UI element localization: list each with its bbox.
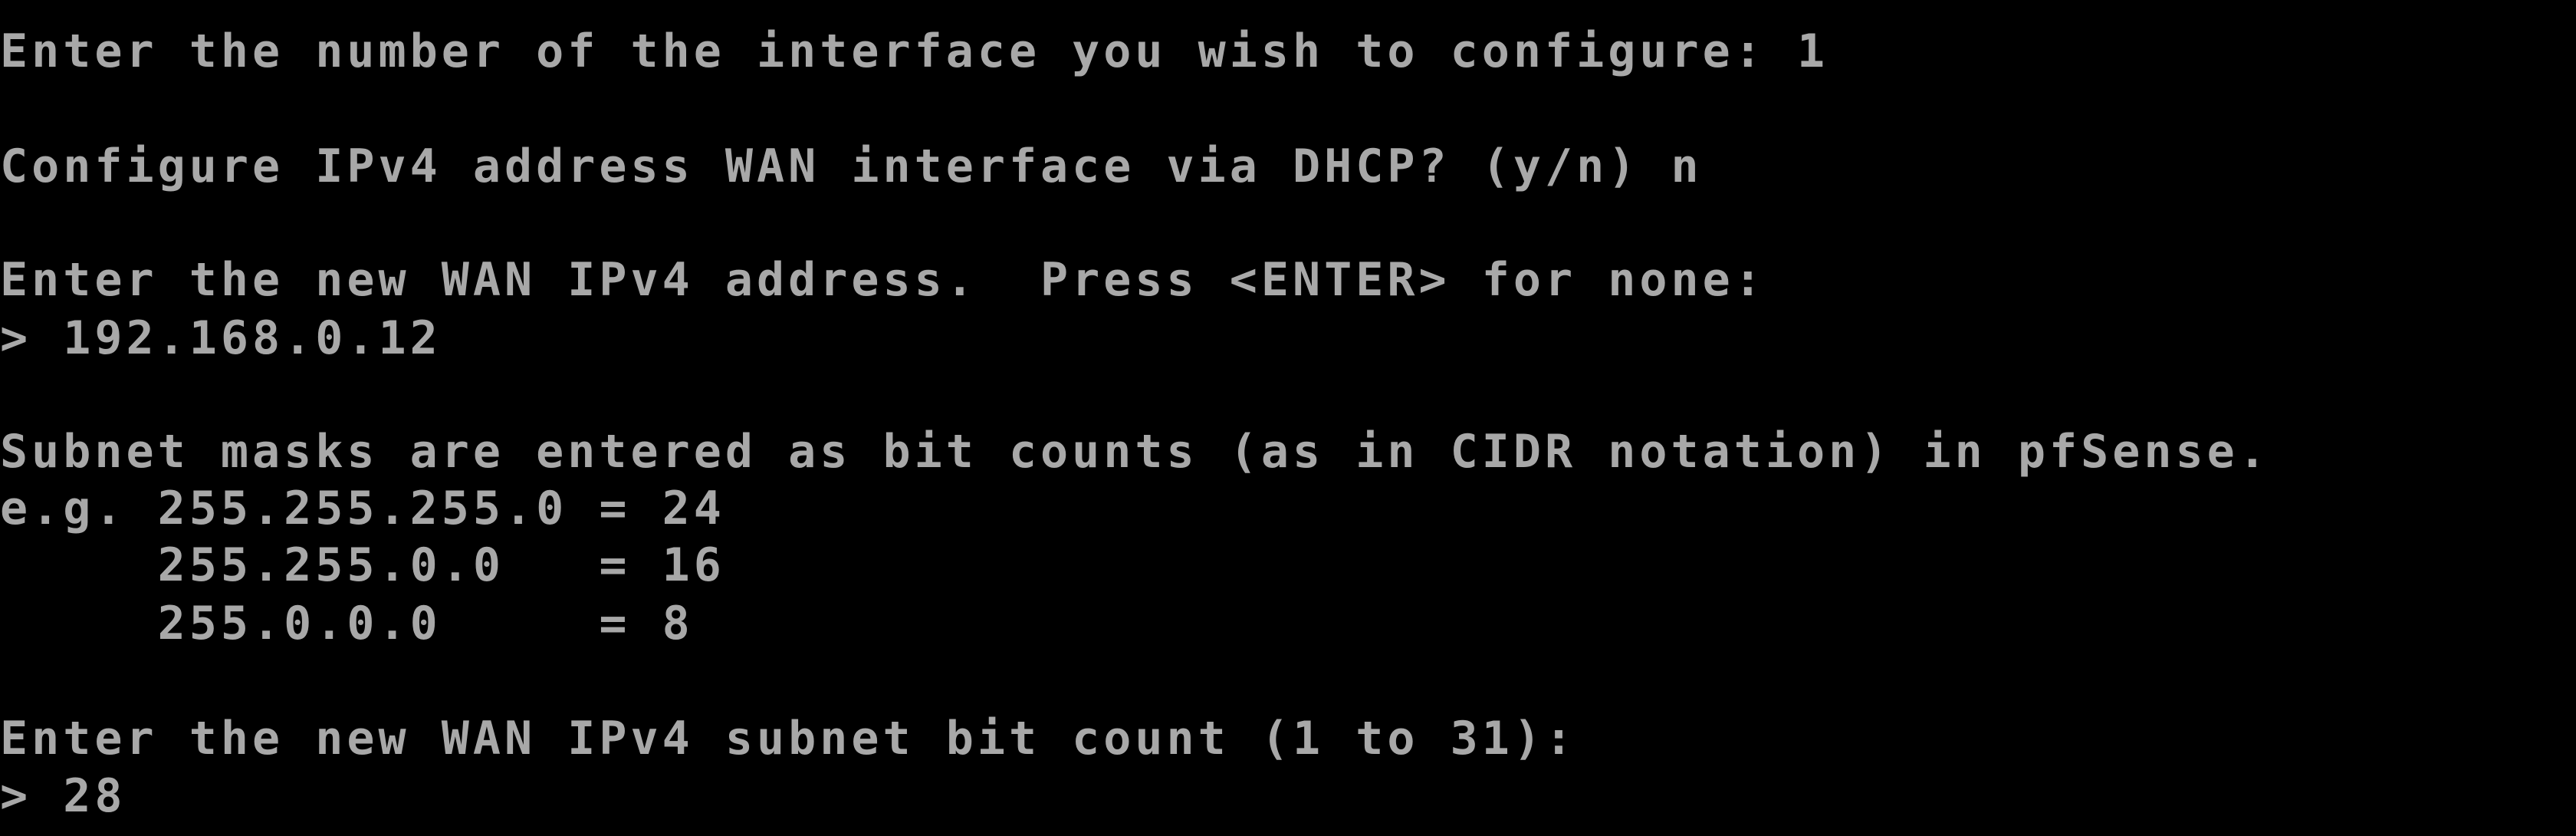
- subnet-info-text: Subnet masks are entered as bit counts (…: [0, 425, 2270, 479]
- dhcp-prompt: Configure IPv4 address WAN interface via…: [0, 140, 1703, 193]
- interface-select-prompt: Enter the number of the interface you wi…: [0, 25, 1829, 78]
- subnet-bitcount-prompt: Enter the new WAN IPv4 subnet bit count …: [0, 712, 1577, 765]
- ipv4-address-prompt: Enter the new WAN IPv4 address. Press <E…: [0, 253, 1766, 307]
- subnet-bitcount-entry[interactable]: > 28: [0, 768, 127, 824]
- subnet-example-8: 255.0.0.0 = 8: [0, 597, 694, 650]
- subnet-example-24: e.g. 255.255.255.0 = 24: [0, 482, 725, 535]
- console-screen[interactable]: Enter the number of the interface you wi…: [0, 0, 2576, 836]
- subnet-example-16: 255.255.0.0 = 16: [0, 538, 725, 592]
- ipv4-address-entry: > 192.168.0.12: [0, 311, 442, 365]
